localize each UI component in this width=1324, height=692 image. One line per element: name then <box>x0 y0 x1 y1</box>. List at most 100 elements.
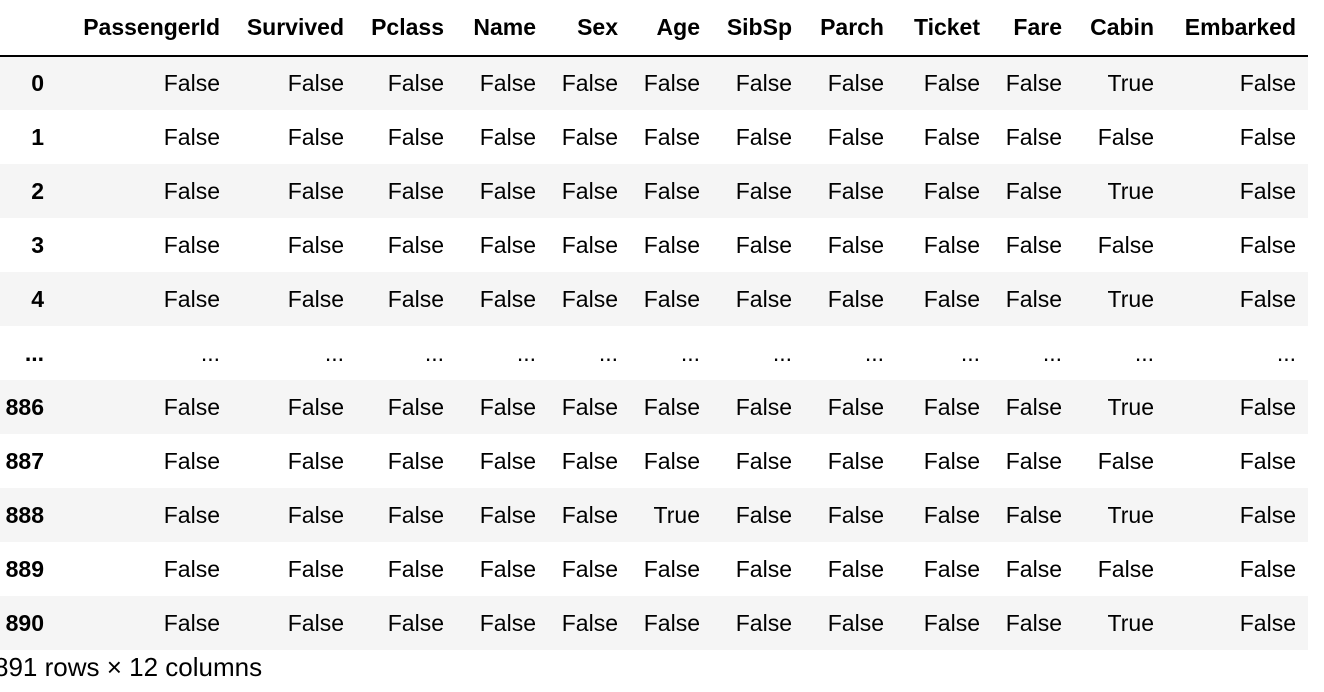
table-cell: False <box>735 447 792 474</box>
table-cell: False <box>479 447 536 474</box>
table-cell: False <box>387 123 444 150</box>
table-cell: False <box>1097 231 1154 258</box>
table-cell: False <box>1005 285 1062 312</box>
table-cell: False <box>643 123 700 150</box>
table-cell: False <box>643 231 700 258</box>
table-cell: False <box>1239 123 1296 150</box>
table-cell: False <box>1005 609 1062 636</box>
table-cell: False <box>479 393 536 420</box>
table-row: 888 False False False False False True False Fal… <box>0 488 1308 542</box>
table-cell: False <box>643 555 700 582</box>
table-cell: False <box>1005 501 1062 528</box>
table-cell: False <box>387 70 444 96</box>
table-cell: ... <box>324 339 344 366</box>
table-cell: False <box>287 393 344 420</box>
table-cell: True <box>1107 609 1154 636</box>
table-cell: False <box>479 123 536 150</box>
table-cell: False <box>561 231 618 258</box>
table-cell: True <box>1107 393 1154 420</box>
table-cell: False <box>287 501 344 528</box>
table-cell: False <box>561 123 618 150</box>
table-row: 0 False False False False False False False Fals… <box>0 56 1308 110</box>
table-cell: False <box>163 123 220 150</box>
index-header-cell <box>0 0 64 57</box>
table-cell: True <box>1107 70 1154 96</box>
table-cell: False <box>163 177 220 204</box>
table-row: 1 False False False False False False False Fals… <box>0 110 1308 164</box>
table-cell: ... <box>1042 339 1062 366</box>
table-row: 890 False False False False False False False Fa… <box>0 596 1308 650</box>
table-cell: False <box>923 231 980 258</box>
table-cell: ... <box>680 339 700 366</box>
table-cell: ... <box>516 339 536 366</box>
table-cell: False <box>1097 555 1154 582</box>
row-index-label: 1 <box>31 123 44 150</box>
table-cell: False <box>643 393 700 420</box>
table-cell: False <box>387 285 444 312</box>
column-header: Parch <box>804 0 896 57</box>
table-cell: False <box>163 447 220 474</box>
table-cell: False <box>287 231 344 258</box>
table-header-row: PassengerId Survived Pclass Name Sex Age SibSp… <box>0 0 1308 57</box>
table-cell: False <box>387 447 444 474</box>
table-cell: False <box>387 231 444 258</box>
table-cell: False <box>387 609 444 636</box>
dataframe-output: PassengerId Survived Pclass Name Sex Age SibSp… <box>0 0 1308 650</box>
column-header: Name <box>456 0 548 57</box>
table-cell: True <box>1107 501 1154 528</box>
table-cell: False <box>479 231 536 258</box>
table-cell: False <box>287 177 344 204</box>
table-cell: False <box>163 609 220 636</box>
table-cell: False <box>561 555 618 582</box>
table-cell: False <box>1239 555 1296 582</box>
table-cell: False <box>163 501 220 528</box>
table-cell: False <box>643 447 700 474</box>
table-cell: False <box>287 285 344 312</box>
table-cell: False <box>827 123 884 150</box>
table-cell: False <box>923 555 980 582</box>
table-cell: False <box>1239 231 1296 258</box>
table-cell: ... <box>1134 339 1154 366</box>
table-cell: False <box>479 70 536 96</box>
table-row: 4 False False False False False False False Fals… <box>0 272 1308 326</box>
table-cell: True <box>1107 285 1154 312</box>
column-header: SibSp <box>712 0 804 57</box>
table-cell: False <box>923 501 980 528</box>
table-cell: False <box>561 393 618 420</box>
row-index-label: 4 <box>31 285 44 312</box>
table-body: 0 False False False False False False False Fals… <box>0 56 1308 650</box>
table-cell: False <box>827 393 884 420</box>
row-index-label: 2 <box>31 177 44 204</box>
table-cell: False <box>561 447 618 474</box>
table-cell: ... <box>424 339 444 366</box>
table-cell: False <box>735 609 792 636</box>
column-header: Embarked <box>1166 0 1308 57</box>
row-index-label: 886 <box>5 393 44 420</box>
table-cell: False <box>1239 447 1296 474</box>
table-cell: False <box>1005 231 1062 258</box>
table-cell: False <box>1097 447 1154 474</box>
table-cell: False <box>643 285 700 312</box>
table-cell: False <box>923 393 980 420</box>
table-cell: False <box>735 555 792 582</box>
row-index-label: 889 <box>5 555 44 582</box>
table-cell: False <box>735 231 792 258</box>
table-cell: False <box>827 555 884 582</box>
table-row: 886 False False False False False False False Fa… <box>0 380 1308 434</box>
row-index-label: 0 <box>31 70 44 96</box>
table-cell: ... <box>598 339 618 366</box>
table-cell: False <box>479 285 536 312</box>
column-header: Survived <box>232 0 356 57</box>
table-cell: False <box>643 609 700 636</box>
table-cell: False <box>561 285 618 312</box>
table-cell: False <box>735 177 792 204</box>
dataframe-shape-caption: 891 rows × 12 columns <box>0 652 263 682</box>
table-cell: False <box>287 609 344 636</box>
table-row: 887 False False False False False False False Fa… <box>0 434 1308 488</box>
table-cell: False <box>387 555 444 582</box>
table-cell: False <box>163 231 220 258</box>
table-row: ....................................... <box>0 326 1308 380</box>
table-cell: False <box>923 447 980 474</box>
table-cell: False <box>827 231 884 258</box>
table-cell: False <box>735 123 792 150</box>
